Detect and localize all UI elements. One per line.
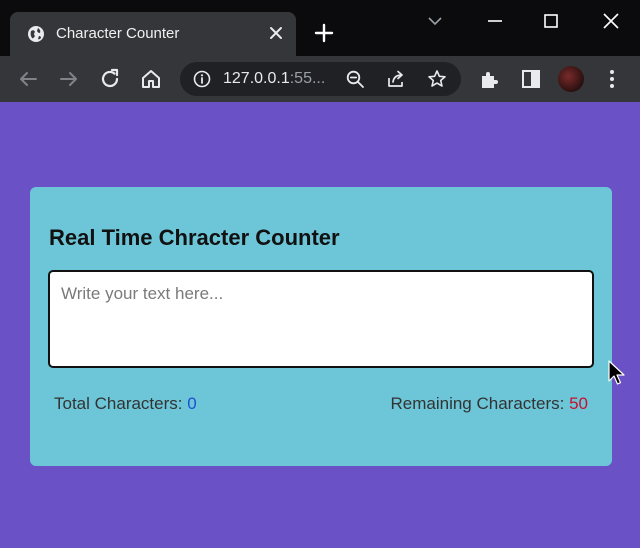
counter-card: Real Time Chracter Counter Total Charact… [30,187,612,466]
share-icon[interactable] [386,69,406,89]
tab-title: Character Counter [56,25,180,42]
browser-titlebar: Character Counter [0,0,640,56]
chevron-down-icon[interactable] [422,8,448,34]
kebab-menu-icon[interactable] [600,67,624,91]
remaining-characters-value: 50 [569,394,588,413]
total-characters-label: Total Characters: [54,394,188,413]
remaining-characters: Remaining Characters: 50 [391,394,589,414]
maximize-icon[interactable] [538,8,564,34]
plus-icon[interactable] [313,22,335,44]
minimize-icon[interactable] [482,8,508,34]
mouse-pointer-icon [608,360,625,385]
page-title: Real Time Chracter Counter [49,225,340,250]
url-text[interactable]: 127.0.0.1:55... [223,70,333,88]
window-close-icon[interactable] [598,8,624,34]
avatar[interactable] [558,66,584,92]
url-host: 127.0.0.1 [223,70,290,87]
total-characters-value: 0 [187,394,197,413]
zoom-out-icon[interactable] [345,69,365,89]
browser-tab[interactable]: Character Counter [10,12,296,56]
close-icon[interactable] [266,23,286,43]
total-characters: Total Characters: 0 [54,394,197,414]
globe-icon [28,26,44,42]
arrow-right-icon[interactable] [57,67,81,91]
url-rest: :55... [289,70,326,87]
text-input[interactable] [48,270,594,368]
browser-toolbar: 127.0.0.1:55... [0,56,640,102]
star-icon[interactable] [427,69,447,89]
arrow-left-icon[interactable] [16,67,40,91]
home-icon[interactable] [139,67,163,91]
info-icon[interactable] [193,70,211,88]
address-bar[interactable]: 127.0.0.1:55... [180,62,461,96]
side-panel-icon[interactable] [519,67,543,91]
reload-icon[interactable] [98,67,122,91]
puzzle-icon[interactable] [478,67,502,91]
remaining-characters-label: Remaining Characters: [390,394,570,413]
